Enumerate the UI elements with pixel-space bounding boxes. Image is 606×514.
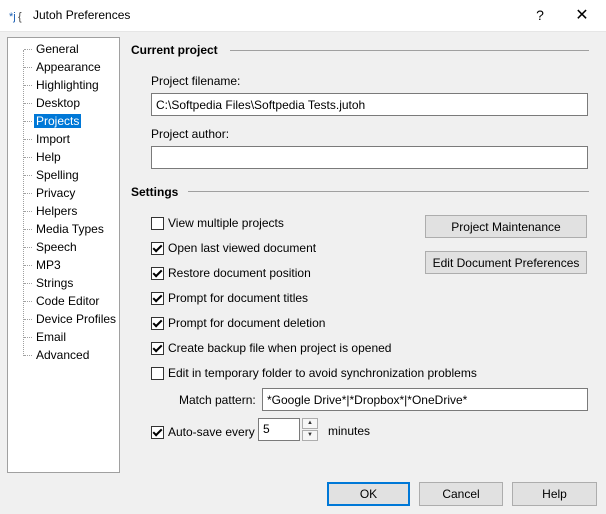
nav-item-code-editor[interactable]: Code Editor <box>8 292 101 310</box>
checkbox-box[interactable] <box>151 292 164 305</box>
nav-item-label: Media Types <box>36 222 104 236</box>
svg-text:{: { <box>18 11 22 23</box>
help-button[interactable]: Help <box>512 482 597 506</box>
nav-item-privacy[interactable]: Privacy <box>8 184 77 202</box>
checkbox-label: Prompt for document deletion <box>168 316 326 330</box>
project-author-input[interactable] <box>151 146 588 169</box>
nav-item-label: Speech <box>36 240 77 254</box>
nav-item-spelling[interactable]: Spelling <box>8 166 81 184</box>
section-divider <box>188 191 589 192</box>
nav-item-label: Advanced <box>36 348 90 362</box>
nav-item-helpers[interactable]: Helpers <box>8 202 79 220</box>
settings-heading: Settings <box>131 185 179 199</box>
project-filename-label: Project filename: <box>151 74 241 88</box>
nav-item-label: Import <box>36 132 71 146</box>
checkbox-label: Edit in temporary folder to avoid synchr… <box>168 366 477 380</box>
section-divider <box>230 50 589 51</box>
project-author-label: Project author: <box>151 127 230 141</box>
nav-item-mp3[interactable]: MP3 <box>8 256 63 274</box>
nav-item-desktop[interactable]: Desktop <box>8 94 82 112</box>
checkbox-box[interactable] <box>151 342 164 355</box>
window-title: Jutoh Preferences <box>33 8 131 22</box>
nav-item-label: Help <box>36 150 61 164</box>
match-pattern-label: Match pattern: <box>179 393 256 407</box>
cancel-button[interactable]: Cancel <box>419 482 503 506</box>
nav-item-label: Spelling <box>36 168 79 182</box>
nav-item-general[interactable]: General <box>8 40 81 58</box>
checkbox-box[interactable] <box>151 217 164 230</box>
nav-item-highlighting[interactable]: Highlighting <box>8 76 101 94</box>
project-filename-input[interactable] <box>151 93 588 116</box>
nav-item-speech[interactable]: Speech <box>8 238 79 256</box>
edit-document-preferences-button[interactable]: Edit Document Preferences <box>425 251 587 274</box>
nav-item-help[interactable]: Help <box>8 148 63 166</box>
close-icon[interactable]: ✕ <box>560 0 604 31</box>
minutes-label: minutes <box>328 424 371 438</box>
nav-item-label: Privacy <box>36 186 76 200</box>
nav-item-label: Helpers <box>36 204 78 218</box>
nav-item-label: Email <box>36 330 67 344</box>
checkbox-label: Restore document position <box>168 266 311 280</box>
checkbox-box[interactable] <box>151 267 164 280</box>
checkbox-box[interactable] <box>151 242 164 255</box>
nav-item-label: Desktop <box>36 96 81 110</box>
help-icon[interactable]: ? <box>518 0 562 31</box>
checkbox-box[interactable] <box>151 367 164 380</box>
nav-item-appearance[interactable]: Appearance <box>8 58 103 76</box>
nav-item-advanced[interactable]: Advanced <box>8 346 91 364</box>
nav-item-import[interactable]: Import <box>8 130 72 148</box>
ok-button[interactable]: OK <box>327 482 410 506</box>
checkbox-label: Prompt for document titles <box>168 291 309 305</box>
nav-item-label: Code Editor <box>36 294 100 308</box>
nav-item-label: MP3 <box>36 258 61 272</box>
preferences-nav-tree[interactable]: General Appearance Highlighting Desktop … <box>7 37 120 473</box>
nav-item-projects[interactable]: Projects <box>8 112 82 130</box>
nav-item-label: General <box>36 42 79 56</box>
spin-down-icon[interactable]: ▼ <box>302 430 318 441</box>
nav-item-device-profiles[interactable]: Device Profiles <box>8 310 118 328</box>
svg-text:*j: *j <box>9 11 16 23</box>
checkbox-box[interactable] <box>151 426 164 439</box>
checkbox-label: Open last viewed document <box>168 241 317 255</box>
auto-save-minutes-input[interactable]: 5 <box>258 418 300 441</box>
checkbox-label: Create backup file when project is opene… <box>168 341 392 355</box>
nav-item-strings[interactable]: Strings <box>8 274 75 292</box>
title-bar: *j { Jutoh Preferences ? ✕ <box>0 0 606 32</box>
nav-item-label: Appearance <box>36 60 101 74</box>
nav-item-email[interactable]: Email <box>8 328 68 346</box>
nav-item-label: Strings <box>36 276 74 290</box>
auto-save-spinner[interactable]: ▲ ▼ <box>302 418 318 441</box>
project-maintenance-button[interactable]: Project Maintenance <box>425 215 587 238</box>
nav-item-label: Highlighting <box>36 78 99 92</box>
jutoh-app-icon: *j { <box>9 11 22 23</box>
checkbox-box[interactable] <box>151 317 164 330</box>
match-pattern-input[interactable] <box>262 388 588 411</box>
checkbox-label: View multiple projects <box>168 216 284 230</box>
nav-item-label: Device Profiles <box>36 312 117 326</box>
checkbox-label: Auto-save every <box>168 425 255 439</box>
spin-up-icon[interactable]: ▲ <box>302 418 318 429</box>
nav-item-label: Projects <box>34 114 82 128</box>
nav-item-media-types[interactable]: Media Types <box>8 220 106 238</box>
current-project-heading: Current project <box>131 43 218 57</box>
